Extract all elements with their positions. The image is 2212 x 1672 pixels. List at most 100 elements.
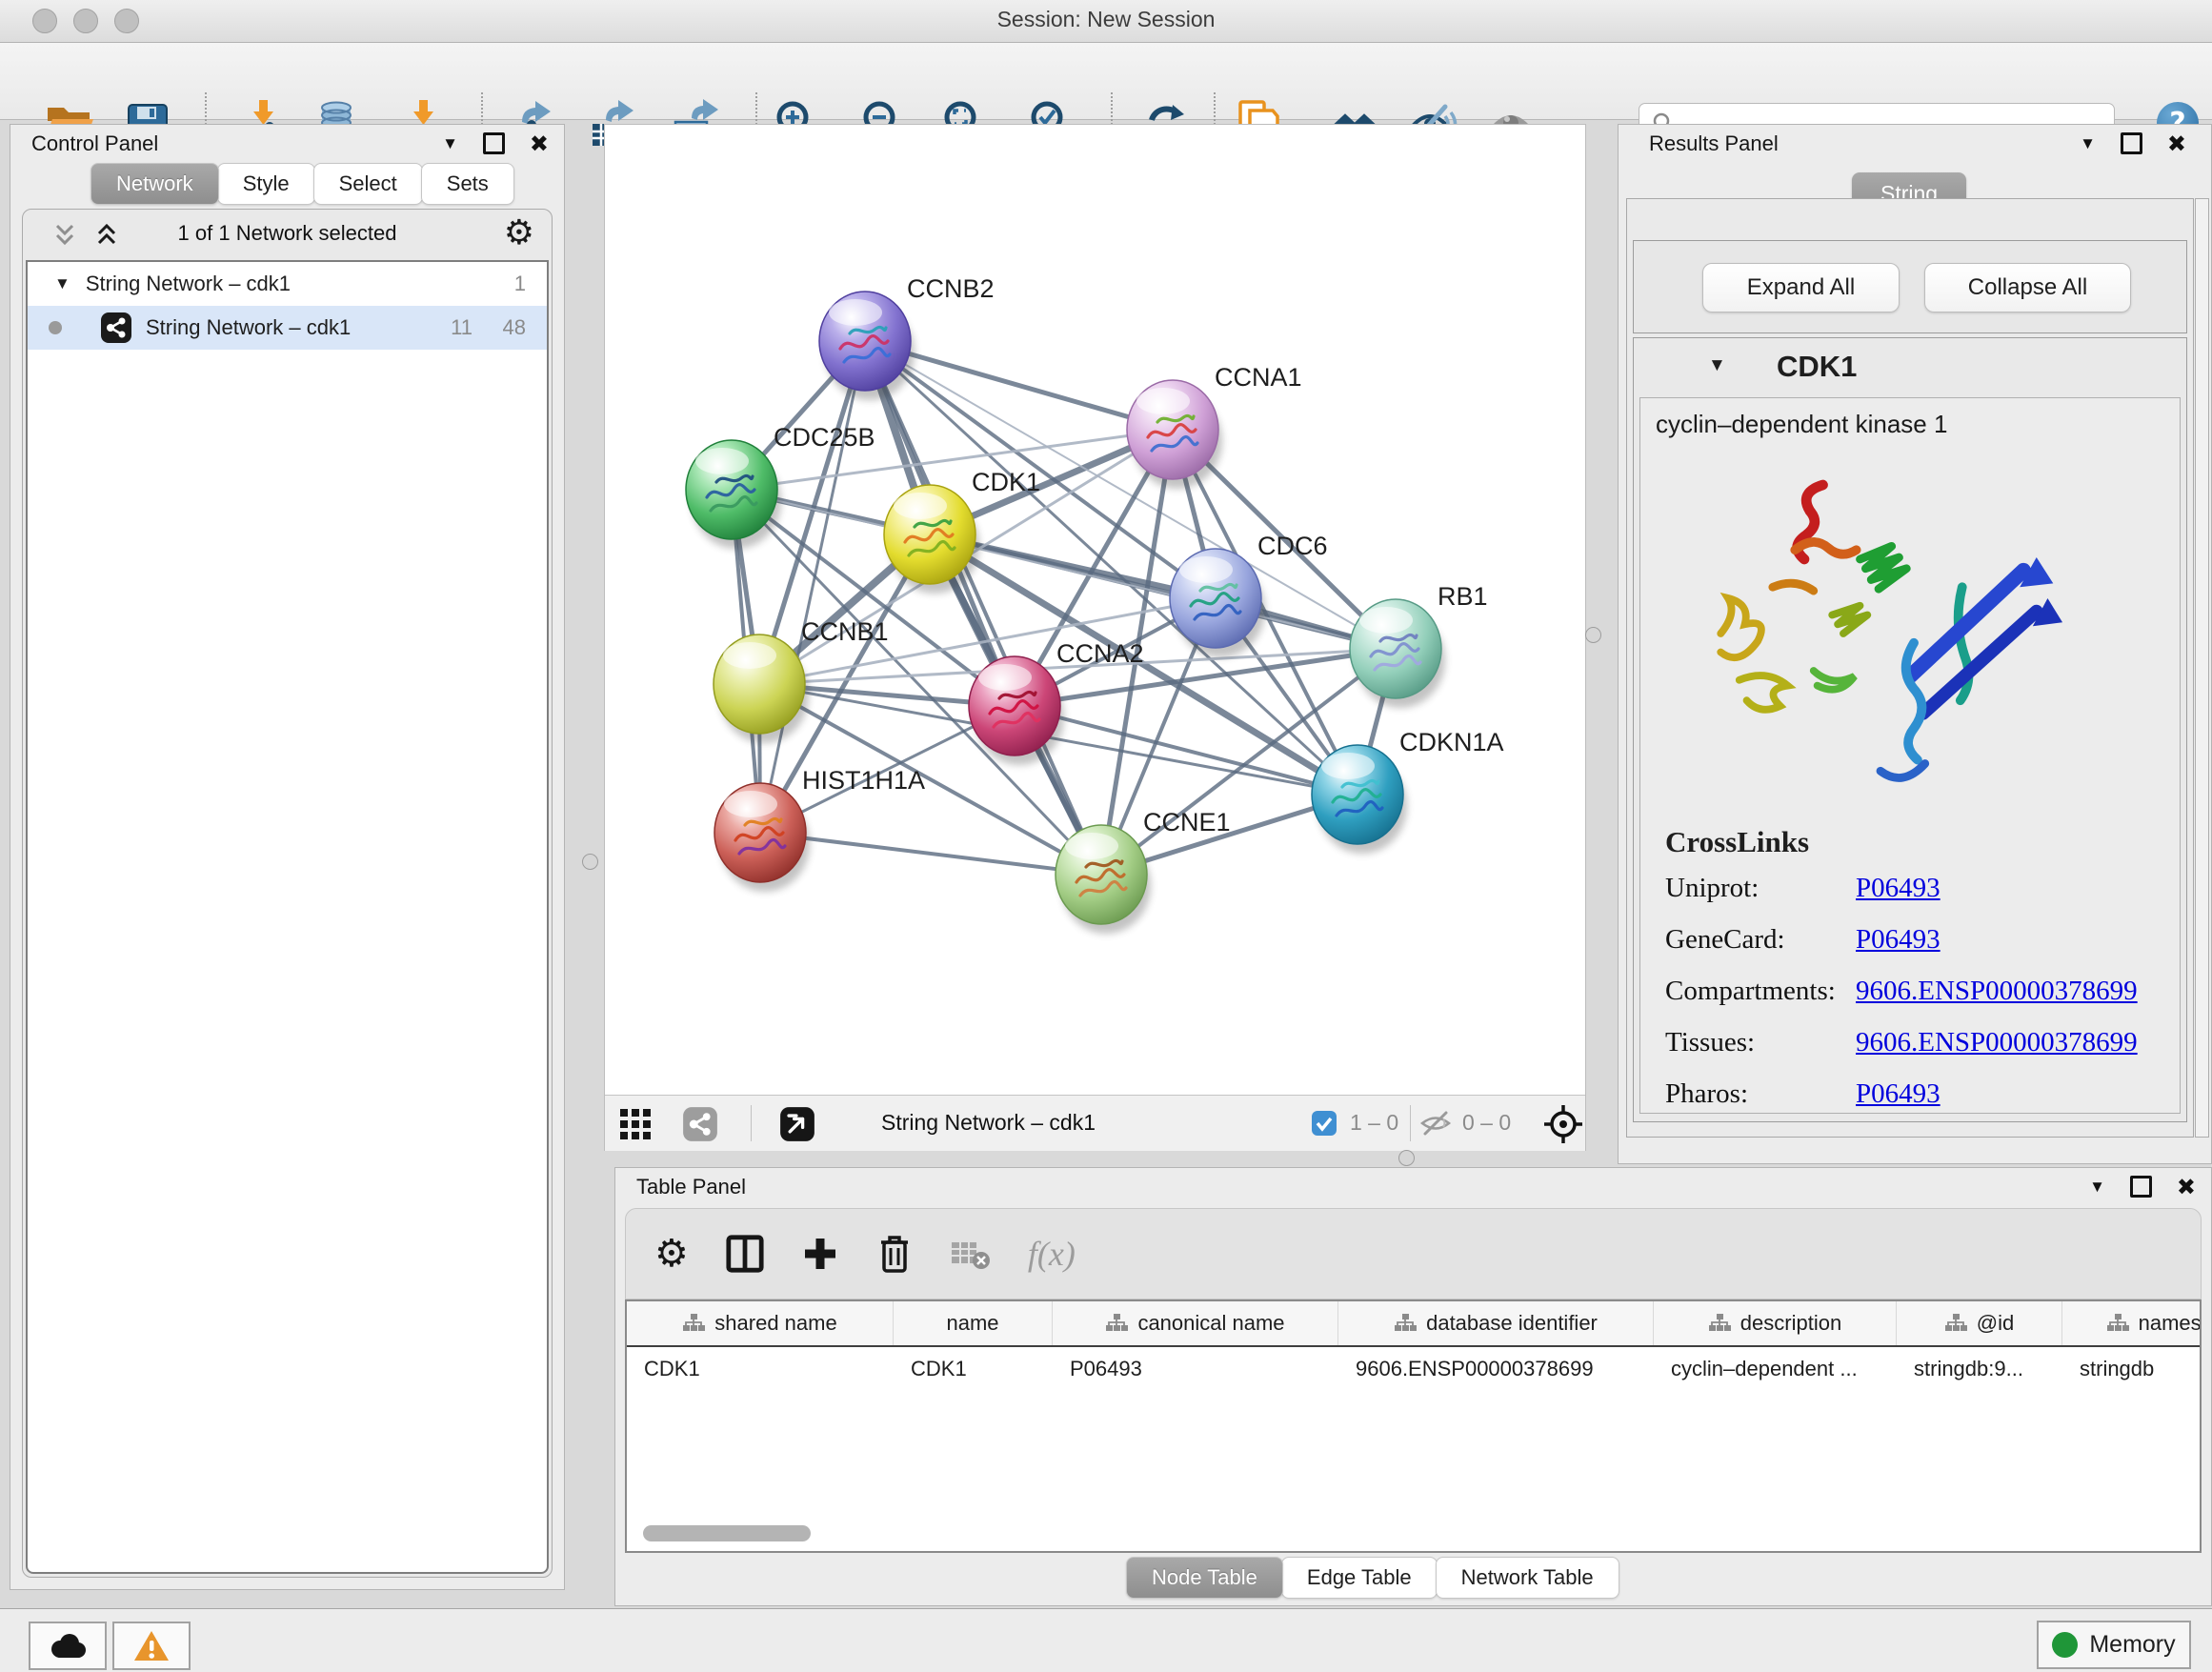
column-header-description[interactable]: description (1654, 1301, 1897, 1345)
string-results-container: Expand All Collapse All ▼ CDK1 cyclin–de… (1626, 198, 2194, 1138)
show-columns-icon[interactable] (725, 1234, 765, 1274)
splitter-handle[interactable] (582, 854, 598, 870)
hidden-eye-icon[interactable] (1417, 1107, 1455, 1139)
column-header-database-identifier[interactable]: database identifier (1338, 1301, 1654, 1345)
network-node-RB1[interactable]: RB1 (1350, 582, 1488, 708)
tab-network-table[interactable]: Network Table (1436, 1557, 1619, 1599)
close-panel-icon[interactable]: ✖ (2167, 134, 2186, 153)
collection-expand-icon[interactable]: ▼ (54, 274, 70, 293)
tab-style[interactable]: Style (217, 163, 315, 205)
float-panel-icon[interactable]: ▼ (442, 134, 458, 153)
crosslink-value-link[interactable]: 9606.ENSP00000378699 (1856, 976, 2138, 1007)
string-view-icon[interactable] (677, 1101, 723, 1147)
tab-node-table[interactable]: Node Table (1126, 1557, 1283, 1599)
window-title: Session: New Session (0, 7, 2212, 32)
close-panel-icon[interactable]: ✖ (530, 134, 549, 153)
float-panel-icon[interactable]: ▼ (2089, 1178, 2105, 1197)
gene-section: ▼ CDK1 cyclin–dependent kinase 1 (1633, 337, 2187, 1122)
grid-view-icon[interactable] (613, 1101, 658, 1147)
network-edge-CCNB2-CCNE1[interactable] (865, 341, 1101, 875)
crosslink-row: Pharos:P06493 (1665, 1078, 2166, 1110)
network-edge-CCNB2-HIST1H1A[interactable] (760, 341, 865, 833)
crosshair-icon[interactable] (1538, 1099, 1588, 1149)
tab-select[interactable]: Select (313, 163, 423, 205)
network-collection-row[interactable]: ▼ String Network – cdk1 1 (28, 262, 547, 306)
control-panel-title: Control Panel (31, 131, 158, 156)
birdseye-view-icon[interactable] (774, 1101, 820, 1147)
network-node-HIST1H1A[interactable]: HIST1H1A (714, 766, 925, 892)
collapse-section-icon[interactable]: ▼ (1708, 355, 1726, 376)
current-network-name: String Network – cdk1 (881, 1110, 1096, 1136)
collapse-all-button[interactable]: Collapse All (1924, 263, 2131, 312)
shared-column-icon (1944, 1313, 1967, 1334)
close-panel-icon[interactable]: ✖ (2177, 1178, 2196, 1197)
warnings-button[interactable] (112, 1622, 191, 1670)
table-body: CDK1CDK1P064939606.ENSP00000378699cyclin… (627, 1347, 2200, 1391)
tab-network[interactable]: Network (90, 163, 219, 205)
network-canvas[interactable]: CCNB2CCNA1CDC25BCDK1CDC6RB1CCNB1CCNA2CDK… (605, 125, 1585, 1095)
splitter-handle[interactable] (1585, 627, 1601, 643)
horizontal-scrollbar[interactable] (643, 1525, 811, 1541)
table-cell[interactable]: 9606.ENSP00000378699 (1338, 1347, 1654, 1391)
network-edges (732, 341, 1396, 875)
crosslink-row: Compartments:9606.ENSP00000378699 (1665, 976, 2166, 1007)
maximize-panel-icon[interactable] (483, 132, 505, 154)
network-options-gear-icon[interactable]: ⚙ (504, 213, 534, 252)
add-column-icon[interactable] (801, 1235, 839, 1273)
network-node-CDC25B[interactable]: CDC25B (686, 423, 875, 549)
results-scrollbar[interactable] (2195, 198, 2209, 1138)
crosslink-value-link[interactable]: P06493 (1856, 873, 1941, 904)
table-cell[interactable]: CDK1 (894, 1347, 1053, 1391)
column-header-namespace[interactable]: namespace (2062, 1301, 2202, 1345)
table-toolbar: ⚙ f(x) (625, 1208, 2202, 1299)
memory-button[interactable]: Memory (2037, 1621, 2191, 1669)
network-node-CDK1[interactable]: CDK1 (884, 468, 1040, 594)
table-cell[interactable]: CDK1 (627, 1347, 894, 1391)
network-edge-HIST1H1A-CCNE1[interactable] (760, 833, 1101, 875)
float-panel-icon[interactable]: ▼ (2080, 134, 2096, 153)
function-builder-icon[interactable]: f(x) (1028, 1234, 1076, 1274)
table-cell[interactable]: P06493 (1053, 1347, 1338, 1391)
gene-details: cyclin–dependent kinase 1 (1639, 397, 2181, 1114)
tab-edge-table[interactable]: Edge Table (1281, 1557, 1438, 1599)
table-options-gear-icon[interactable]: ⚙ (654, 1232, 689, 1276)
delete-row-trash-icon[interactable] (875, 1233, 914, 1275)
hidden-counts: 0 – 0 (1462, 1110, 1511, 1136)
maximize-panel-icon[interactable] (2130, 1176, 2152, 1198)
column-header-name[interactable]: name (894, 1301, 1053, 1345)
column-header-shared-name[interactable]: shared name (627, 1301, 894, 1345)
crosslink-value-link[interactable]: P06493 (1856, 924, 1941, 956)
network-row[interactable]: String Network – cdk1 11 48 (28, 306, 547, 350)
maximize-panel-icon[interactable] (2121, 132, 2142, 154)
shared-column-icon (2106, 1313, 2129, 1334)
crosslink-value-link[interactable]: P06493 (1856, 1078, 1941, 1110)
string-network-icon (100, 312, 132, 344)
shared-column-icon (1708, 1313, 1731, 1334)
crosslink-value-link[interactable]: 9606.ENSP00000378699 (1856, 1027, 2138, 1058)
crosslinks-title: CrossLinks (1665, 825, 2166, 859)
column-header-canonical-name[interactable]: canonical name (1053, 1301, 1338, 1345)
table-cell[interactable]: cyclin–dependent ... (1654, 1347, 1897, 1391)
network-tree: ▼ String Network – cdk1 1 String Network… (26, 260, 549, 1574)
selected-checkbox-icon[interactable] (1310, 1109, 1338, 1138)
separator (1410, 1105, 1411, 1141)
expand-collapse-box: Expand All Collapse All (1633, 240, 2187, 333)
network-status-dot (49, 321, 62, 334)
network-node-label: CCNB1 (801, 617, 889, 646)
network-node-label: CCNB2 (907, 274, 995, 303)
crosslink-row: GeneCard:P06493 (1665, 924, 2166, 956)
window-titlebar: Session: New Session (0, 0, 2212, 43)
splitter-handle[interactable] (1398, 1150, 1415, 1166)
cloud-status-button[interactable] (29, 1622, 107, 1670)
table-cell[interactable]: stringdb (2062, 1347, 2202, 1391)
table-cell[interactable]: stringdb:9... (1897, 1347, 2062, 1391)
tab-sets[interactable]: Sets (421, 163, 514, 205)
network-node-CCNB1[interactable]: CCNB1 (714, 617, 889, 743)
selected-counts: 1 – 0 (1350, 1110, 1398, 1136)
column-header-@id[interactable]: @id (1897, 1301, 2062, 1345)
delete-table-icon[interactable] (950, 1237, 992, 1271)
table-panel-title: Table Panel (636, 1175, 746, 1199)
expand-all-button[interactable]: Expand All (1702, 263, 1900, 312)
column-label: canonical name (1137, 1311, 1284, 1336)
network-node-CDKN1A[interactable]: CDKN1A (1312, 728, 1504, 854)
